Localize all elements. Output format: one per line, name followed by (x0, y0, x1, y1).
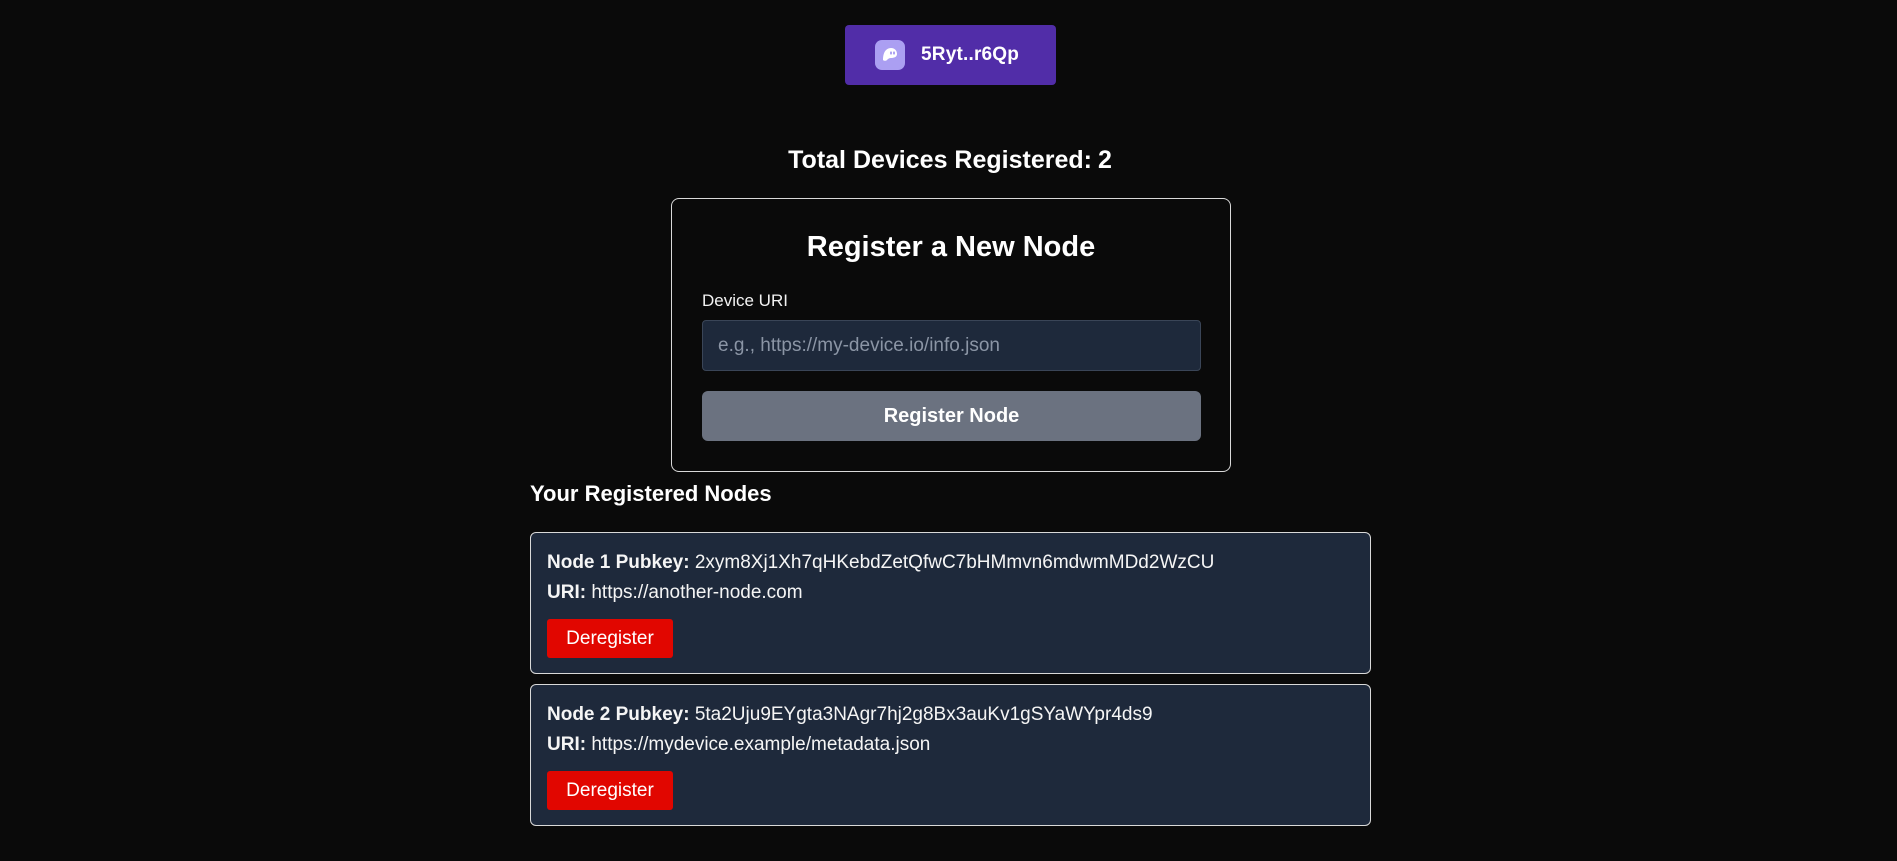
node-uri-line: URI: https://another-node.com (547, 582, 803, 604)
total-devices-label: Total Devices Registered: (788, 146, 1092, 174)
wallet-address-label: 5Ryt..r6Qp (921, 44, 1020, 65)
wallet-button[interactable]: 5Ryt..r6Qp (845, 25, 1056, 85)
total-devices-count: 2 (1097, 146, 1112, 174)
deregister-button[interactable]: Deregister (547, 771, 673, 810)
node-pubkey-label: Node 1 Pubkey: (547, 552, 690, 573)
node-card: Node 1 Pubkey: 2xym8Xj1Xh7qHKebdZetQfwC7… (530, 532, 1371, 674)
page: 5Ryt..r6Qp Total Devices Registered: 2 Re… (0, 0, 1897, 861)
node-pubkey-line: Node 1 Pubkey: 2xym8Xj1Xh7qHKebdZetQfwC7… (547, 552, 1214, 574)
node-uri-value: https://mydevice.example/metadata.json (591, 734, 931, 755)
node-card: Node 2 Pubkey: 5ta2Uju9EYgta3NAgr7hj2g8B… (530, 684, 1371, 826)
register-title: Register a New Node (806, 231, 1096, 263)
ghost-icon (875, 40, 905, 70)
device-uri-label: Device URI (702, 291, 788, 310)
node-pubkey-value: 2xym8Xj1Xh7qHKebdZetQfwC7bHMmvn6mdwmMDd2… (694, 552, 1215, 573)
total-devices-heading: Total Devices Registered: 2 (0, 146, 1897, 175)
node-pubkey-value: 5ta2Uju9EYgta3NAgr7hj2g8Bx3auKv1gSYaWYpr… (694, 704, 1153, 725)
deregister-button[interactable]: Deregister (547, 619, 673, 658)
node-uri-line: URI: https://mydevice.example/metadata.j… (547, 734, 930, 756)
node-uri-label: URI: (547, 582, 587, 603)
node-pubkey-label: Node 2 Pubkey: (547, 704, 690, 725)
registered-nodes-title: Your Registered Nodes (530, 481, 772, 506)
node-pubkey-line: Node 2 Pubkey: 5ta2Uju9EYgta3NAgr7hj2g8B… (547, 704, 1153, 726)
register-node-button[interactable]: Register Node (702, 391, 1201, 441)
node-uri-label: URI: (547, 734, 587, 755)
node-uri-value: https://another-node.com (591, 582, 803, 603)
register-node-card: Register a New Node Device URI Register … (671, 198, 1231, 472)
device-uri-input[interactable] (702, 320, 1201, 371)
